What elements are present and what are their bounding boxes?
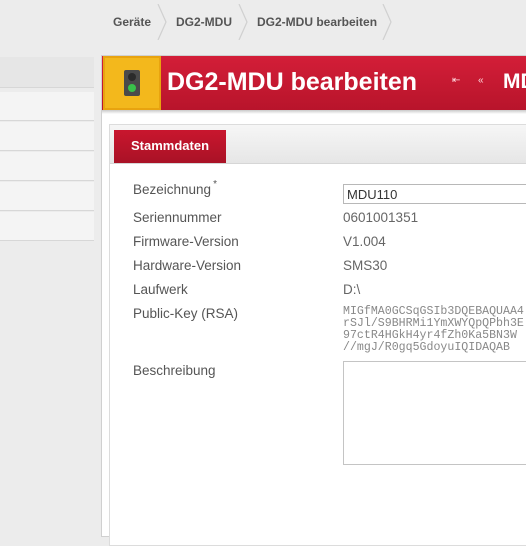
public-key-label: Public-Key (RSA) xyxy=(133,306,239,321)
page-title: DG2-MDU bearbeiten xyxy=(167,68,418,96)
sidebar-item[interactable] xyxy=(0,212,94,241)
beschreibung-textarea[interactable] xyxy=(343,361,526,465)
tab-stammdaten[interactable]: Stammdaten xyxy=(114,130,226,163)
bezeichnung-label: Bezeichnung * xyxy=(133,179,217,197)
sidebar xyxy=(0,57,94,526)
sidebar-item[interactable] xyxy=(0,92,94,121)
header-divider xyxy=(102,110,526,114)
sidebar-item[interactable] xyxy=(0,152,94,181)
laufwerk-label: Laufwerk xyxy=(133,282,188,297)
sidebar-item[interactable] xyxy=(0,57,94,88)
status-indicator xyxy=(103,56,161,110)
seriennummer-label: Seriennummer xyxy=(133,210,222,225)
breadcrumb-item-edit: DG2-MDU bearbeiten xyxy=(257,15,378,29)
breadcrumb-item-geraete[interactable]: Geräte xyxy=(113,0,151,45)
traffic-light-icon xyxy=(124,70,140,96)
hardware-value: SMS30 xyxy=(343,258,388,273)
required-marker: * xyxy=(213,179,217,190)
breadcrumb-item-device[interactable]: DG2-MDU xyxy=(176,0,232,45)
sidebar-item[interactable] xyxy=(0,182,94,211)
hardware-label: Hardware-Version xyxy=(133,258,242,273)
public-key-line: //mgJ/R0gq5GdoyuIQIDAQAB xyxy=(343,341,510,354)
previous-record-icon[interactable]: « xyxy=(478,73,484,89)
sidebar-item[interactable] xyxy=(0,122,94,151)
laufwerk-value: D:\ xyxy=(343,282,361,297)
first-record-icon[interactable]: ⇤ xyxy=(452,73,460,89)
breadcrumb-separator-icon xyxy=(238,4,248,40)
seriennummer-value: 0601001351 xyxy=(343,210,419,225)
breadcrumb: Geräte DG2-MDU DG2-MDU bearbeiten xyxy=(0,0,526,45)
breadcrumb-separator-icon xyxy=(382,4,392,40)
beschreibung-label: Beschreibung xyxy=(133,363,216,378)
firmware-value: V1.004 xyxy=(343,234,386,249)
bezeichnung-input[interactable] xyxy=(343,184,526,204)
breadcrumb-separator-icon xyxy=(157,4,167,40)
firmware-label: Firmware-Version xyxy=(133,234,239,249)
page-title-secondary: MD xyxy=(503,70,526,93)
